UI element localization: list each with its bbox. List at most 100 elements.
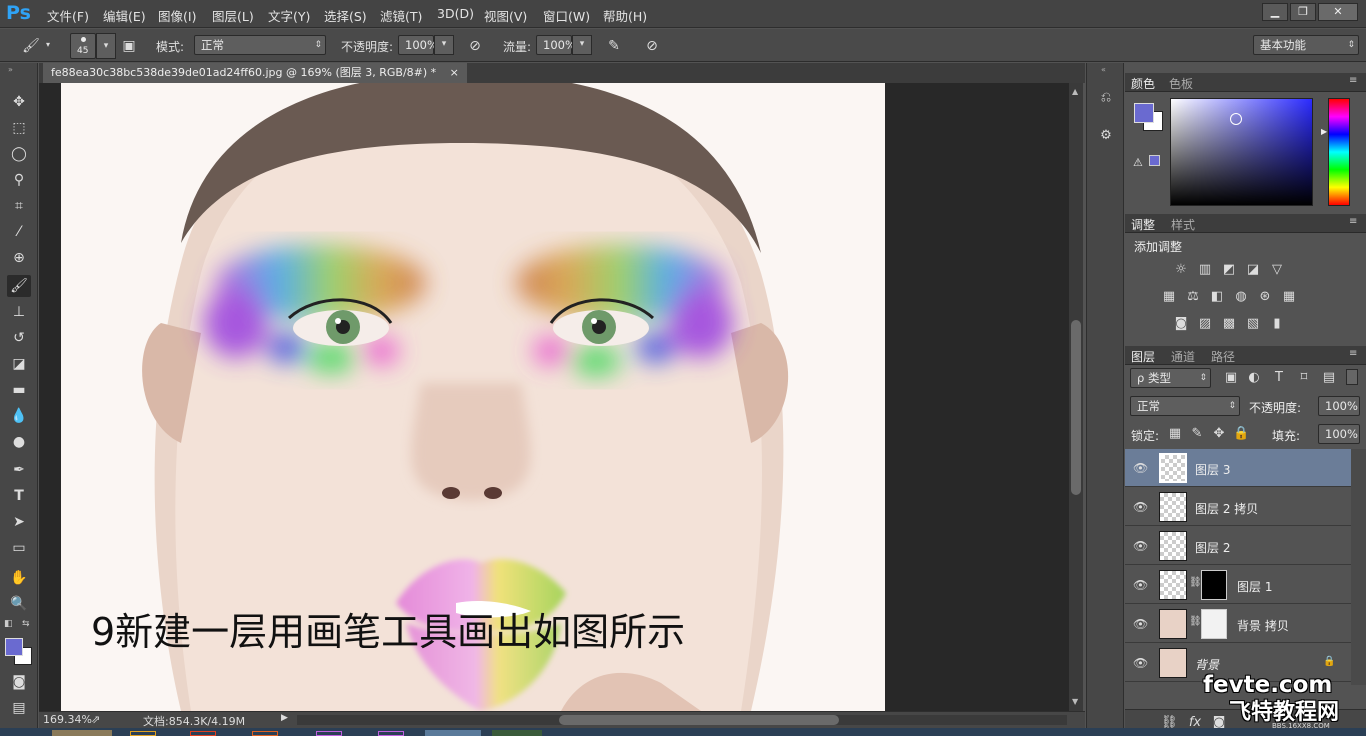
default-colors-icon[interactable]: ◧ [4,619,13,629]
layer-row[interactable]: 👁 图层 2 [1125,527,1351,565]
menu-image[interactable]: 图像(I) [158,6,196,25]
properties-panel-icon[interactable]: ⚙ [1095,125,1117,147]
move-tool-icon[interactable]: ✥ [7,91,31,113]
brightness-icon[interactable]: ☼ [1173,263,1189,277]
mode-select[interactable]: 正常 ⇕ [194,35,326,55]
layer-name[interactable]: 图层 3 [1195,461,1230,478]
panel-menu-icon[interactable]: ≡ [1349,216,1357,227]
photo-filter-icon[interactable]: ◍ [1233,290,1249,304]
brush-tool-icon[interactable]: 🖌 [7,275,31,297]
crop-tool-icon[interactable]: ⌗ [7,195,31,217]
rectangle-tool-icon[interactable]: ▭ [7,537,31,559]
menu-help[interactable]: 帮助(H) [603,6,647,25]
screen-mode-icon[interactable]: ▤ [7,697,31,719]
tab-paths[interactable]: 路径 [1211,348,1235,365]
threshold-icon[interactable]: ▩ [1221,317,1237,331]
taskbar-item[interactable] [130,731,156,736]
eyedropper-tool-icon[interactable]: ⁄ [7,221,31,243]
type-tool-icon[interactable]: T [7,485,31,507]
color-balance-icon[interactable]: ⚖ [1185,290,1201,304]
brush-size-picker[interactable]: 45 [70,33,96,59]
panel-menu-icon[interactable]: ≡ [1349,75,1357,86]
layer-row[interactable]: 👁 图层 2 拷贝 [1125,488,1351,526]
menu-edit[interactable]: 编辑(E) [103,6,146,25]
layer-name[interactable]: 图层 1 [1237,578,1272,595]
taskbar-item[interactable] [52,730,112,736]
taskbar-item[interactable] [252,731,278,736]
eraser-tool-icon[interactable]: ◪ [7,353,31,375]
dodge-tool-icon[interactable]: ● [7,431,31,453]
document-tab[interactable]: fe88ea30c38bc538de39de01ad24ff60.jpg @ 1… [43,63,467,83]
opacity-input[interactable]: 100% [398,35,438,55]
blend-mode-select[interactable]: 正常 ⇕ [1130,396,1240,416]
gradient-map-icon[interactable]: ▮ [1269,317,1285,331]
layer-filter-select[interactable]: ρ 类型 ⇕ [1130,368,1211,388]
lasso-tool-icon[interactable]: ◯ [7,143,31,165]
gamut-swatch[interactable] [1149,155,1160,166]
filter-toggle[interactable] [1346,369,1358,385]
pressure-opacity-icon[interactable]: ⊘ [464,35,486,57]
color-picker-cursor[interactable] [1230,113,1242,125]
restore-icon[interactable]: ❐ [1290,3,1316,21]
posterize-icon[interactable]: ▨ [1197,317,1213,331]
menu-layer[interactable]: 图层(L) [212,6,254,25]
workspace-select[interactable]: 基本功能 ⇕ [1253,35,1359,55]
hue-slider-handle[interactable]: ▶ [1321,127,1327,136]
path-select-tool-icon[interactable]: ➤ [7,511,31,533]
tab-swatches[interactable]: 色板 [1169,75,1193,92]
levels-icon[interactable]: ▥ [1197,263,1213,277]
close-icon[interactable]: ✕ [1318,3,1358,21]
close-tab-icon[interactable]: × [450,66,459,79]
blur-tool-icon[interactable]: 💧 [7,405,31,427]
marquee-tool-icon[interactable]: ⬚ [7,117,31,139]
quick-mask-icon[interactable]: ◙ [7,671,31,693]
vertical-scroll-thumb[interactable] [1071,320,1081,495]
scroll-up-icon[interactable]: ▲ [1072,87,1078,96]
menu-type[interactable]: 文字(Y) [268,6,310,25]
export-icon[interactable]: ⇗ [91,713,100,726]
lock-position-icon[interactable]: ✥ [1211,427,1227,441]
hand-tool-icon[interactable]: ✋ [7,567,31,589]
layer-mask-thumbnail[interactable] [1201,609,1227,639]
flow-input[interactable]: 100% [536,35,576,55]
foreground-color-swatch[interactable] [5,638,23,656]
filter-smart-icon[interactable]: ▤ [1321,371,1337,385]
swap-colors-icon[interactable]: ⇆ [22,619,30,629]
layer-mask-thumbnail[interactable] [1201,570,1227,600]
menu-view[interactable]: 视图(V) [484,6,527,25]
menu-filter[interactable]: 滤镜(T) [380,6,422,25]
menu-window[interactable]: 窗口(W) [543,6,590,25]
tab-color[interactable]: 颜色 [1131,75,1155,92]
curves-icon[interactable]: ◩ [1221,263,1237,277]
layers-scrollbar[interactable] [1351,449,1366,685]
menu-select[interactable]: 选择(S) [324,6,367,25]
eye-icon[interactable]: 👁 [1133,617,1148,631]
invert-icon[interactable]: ◙ [1173,317,1189,331]
collapse-dock-icon[interactable]: « [1101,65,1106,74]
layer-row[interactable]: 👁 ⛓ 背景 拷贝 [1125,605,1351,643]
taskbar-item-photoshop[interactable] [425,730,481,736]
tab-layers[interactable]: 图层 [1131,348,1155,365]
eye-icon[interactable]: 👁 [1133,578,1148,592]
clone-stamp-tool-icon[interactable]: ⊥ [7,301,31,323]
gamut-warning-icon[interactable]: ⚠ [1133,156,1143,169]
layer-name[interactable]: 图层 2 [1195,539,1230,556]
brush-tool-preset-icon[interactable]: 🖌 [20,35,42,57]
taskbar-item[interactable] [492,730,542,736]
zoom-level[interactable]: 169.34% [43,713,92,726]
brush-picker-arrow[interactable]: ▾ [96,33,116,59]
flow-arrow[interactable]: ▾ [572,35,592,55]
history-brush-tool-icon[interactable]: ↺ [7,327,31,349]
airbrush-icon[interactable]: ✎ [603,35,625,57]
color-picker-field[interactable] [1170,98,1313,206]
healing-brush-tool-icon[interactable]: ⊕ [7,247,31,269]
lock-pixels-icon[interactable]: ✎ [1189,427,1205,441]
layer-row[interactable]: 👁 图层 3 [1125,449,1351,487]
tab-styles[interactable]: 样式 [1171,216,1195,233]
tab-channels[interactable]: 通道 [1171,348,1195,365]
hue-slider[interactable] [1328,98,1350,206]
hue-saturation-icon[interactable]: ▦ [1161,290,1177,304]
zoom-tool-icon[interactable]: 🔍 [7,593,31,615]
vertical-scrollbar[interactable]: ▲ ▼ [1069,83,1083,711]
eye-icon[interactable]: 👁 [1133,656,1148,670]
